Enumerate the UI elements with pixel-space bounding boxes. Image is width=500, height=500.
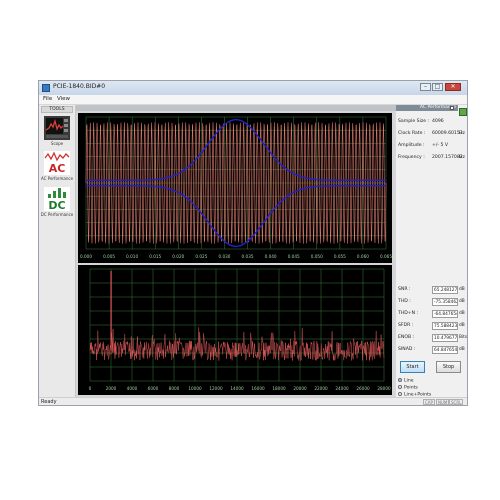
menu-bar: File View: [39, 95, 467, 105]
tick-label: 0.055: [334, 254, 346, 259]
dc-glyph: DC: [48, 199, 65, 211]
sinad-unit: dB: [459, 347, 465, 352]
ac-icon: AC: [44, 151, 70, 175]
tick-label: 20000: [293, 386, 307, 391]
tick-label: 0.010: [126, 254, 138, 259]
tool-dc-label: DC Performance: [40, 212, 74, 217]
radio-line[interactable]: Line: [398, 378, 414, 384]
ac-panel-header: AC Performance: [396, 105, 458, 111]
scope-icon: [44, 116, 70, 140]
status-scrl: SCRL: [449, 399, 464, 405]
amplitude-value: +/- 5 V: [432, 143, 449, 148]
thd-value: -75.358462: [432, 298, 458, 306]
time-domain-plot[interactable]: 0.000 0.005 0.010 0.015 0.020 0.025 0.030 0.035…: [78, 113, 392, 263]
minimize-button[interactable]: –: [420, 83, 431, 91]
close-button[interactable]: ✕: [445, 83, 461, 91]
tick-label: 0.045: [288, 254, 300, 259]
tick-label: 24000: [335, 386, 349, 391]
thdn-value: -64.847654: [432, 310, 458, 318]
menu-file[interactable]: File: [43, 96, 52, 102]
tools-sidebar: TOOLS Scope AC AC Performance DC DC Perf…: [39, 105, 76, 397]
spectrum-plot-ticks: 0 2000 4000 6000 8000 10000 12000 14000 16000 180…: [89, 386, 391, 391]
tick-label: 4000: [127, 386, 138, 391]
enob-value: 10.479677: [432, 334, 458, 342]
export-icon[interactable]: [459, 108, 467, 116]
snr-label: SNR :: [398, 287, 411, 292]
frequency-unit: Hz: [459, 155, 465, 160]
radio-line-points-indicator[interactable]: [398, 392, 402, 396]
tick-label: 6000: [148, 386, 159, 391]
tick-label: 12000: [209, 386, 223, 391]
ac-panel-checkbox[interactable]: [450, 106, 454, 110]
sample-size-value: 4096: [432, 119, 444, 124]
tick-label: 0: [89, 386, 92, 391]
sinad-label: SINAD :: [398, 347, 416, 352]
plot-area: 0.000 0.005 0.010 0.015 0.020 0.025 0.030 0.035…: [76, 105, 396, 397]
frequency-label: Frequency :: [398, 155, 425, 160]
radio-points-label: Points: [404, 385, 418, 391]
start-button[interactable]: Start: [400, 361, 425, 373]
snr-value: 65.248127: [432, 286, 458, 294]
tick-label: 22000: [314, 386, 328, 391]
status-bar: Ready CAP NUM SCRL: [39, 397, 467, 405]
clock-rate-unit: Hz: [459, 131, 465, 136]
stop-button[interactable]: Stop: [436, 361, 461, 373]
tick-label: 0.000: [80, 254, 92, 259]
tool-scope-label: Scope: [50, 141, 64, 146]
radio-line-label: Line: [404, 378, 414, 384]
enob-unit: Bits: [459, 335, 468, 340]
tick-label: 16000: [251, 386, 265, 391]
snr-unit: dB: [459, 287, 465, 292]
enob-label: ENOB :: [398, 335, 415, 340]
window-title: PCIE-1840.BID#0: [53, 83, 106, 90]
tick-label: 0.005: [103, 254, 115, 259]
tick-label: 26000: [356, 386, 370, 391]
amplitude-label: Amplitude :: [398, 143, 425, 148]
title-bar[interactable]: PCIE-1840.BID#0 – □ ✕: [39, 81, 467, 95]
dc-icon: DC: [44, 187, 70, 211]
plot-area-header: [76, 105, 396, 111]
menu-view[interactable]: View: [57, 96, 70, 102]
sfdr-label: SFDR :: [398, 323, 414, 328]
maximize-button[interactable]: □: [432, 83, 443, 91]
clock-rate-label: Clock Rate :: [398, 131, 426, 136]
tick-label: 0.030: [218, 254, 230, 259]
tick-label: 2000: [106, 386, 117, 391]
tick-label: 0.040: [265, 254, 277, 259]
tick-label: 0.035: [242, 254, 254, 259]
tick-label: 0.060: [357, 254, 369, 259]
thdn-unit: dB: [459, 311, 465, 316]
status-cap: CAP: [423, 399, 435, 405]
tick-label: 18000: [272, 386, 286, 391]
tick-label: 14000: [230, 386, 244, 391]
sample-size-label: Sample Size :: [398, 119, 430, 124]
thd-unit: dB: [459, 299, 465, 304]
sinad-value: 64.847654: [432, 346, 458, 354]
tick-label: 0.025: [195, 254, 207, 259]
tick-label: 0.065: [380, 254, 392, 259]
app-icon: [42, 84, 50, 92]
sfdr-value: 75.588423: [432, 322, 458, 330]
status-text: Ready: [41, 399, 57, 405]
tick-label: 28000: [377, 386, 391, 391]
thd-label: THD :: [398, 299, 411, 304]
tick-label: 0.020: [172, 254, 184, 259]
ac-performance-panel: AC Performance Sample Size : 4096 Clock …: [396, 105, 468, 398]
tools-header: TOOLS: [41, 106, 73, 113]
tick-label: 0.015: [149, 254, 161, 259]
ac-glyph: AC: [49, 162, 66, 175]
radio-points[interactable]: Points: [398, 385, 418, 391]
tick-label: 10000: [188, 386, 202, 391]
tool-ac-label: AC Performance: [40, 176, 74, 181]
status-num: NUM: [436, 399, 450, 405]
tick-label: 8000: [169, 386, 180, 391]
thdn-label: THD+N :: [398, 311, 419, 316]
radio-line-indicator[interactable]: [398, 378, 402, 382]
spectrum-plot[interactable]: 0 2000 4000 6000 8000 10000 12000 14000 16000 180…: [78, 265, 392, 395]
tick-label: 0.050: [311, 254, 323, 259]
radio-points-indicator[interactable]: [398, 385, 402, 389]
sfdr-unit: dB: [459, 323, 465, 328]
app-window: PCIE-1840.BID#0 – □ ✕ File View TOOLS Sc…: [38, 80, 468, 406]
